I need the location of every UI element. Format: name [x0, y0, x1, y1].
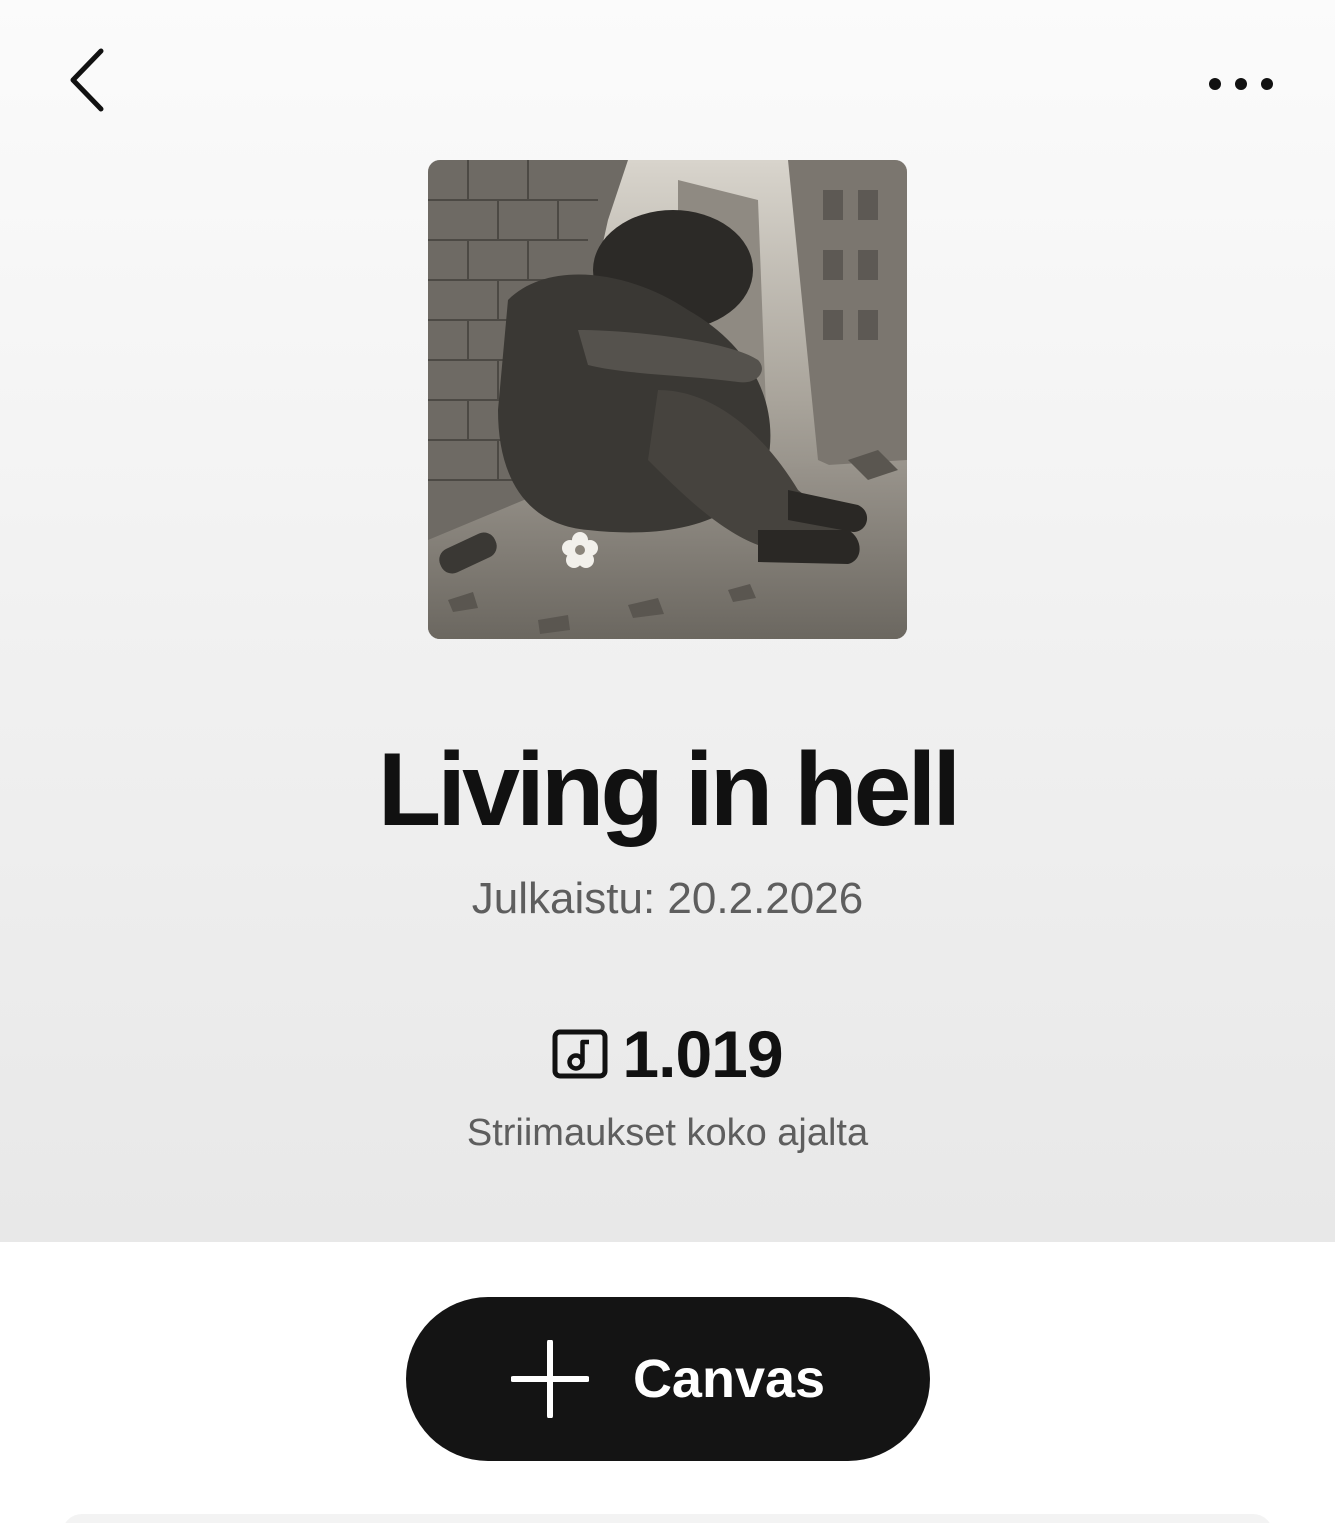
- cover-art: [428, 160, 907, 639]
- canvas-label: Canvas: [632, 1349, 826, 1409]
- streams-label: Striimaukset koko ajalta: [466, 1112, 869, 1154]
- track-header: Living in hell Julkaistu: 20.2.2026 1.01…: [0, 0, 1335, 1242]
- streams-count: 1.019: [622, 1017, 783, 1091]
- next-section-card: [62, 1514, 1273, 1523]
- more-options-button[interactable]: [1196, 56, 1286, 112]
- music-note-box-icon: [552, 1029, 608, 1079]
- more-horizontal-icon: [1209, 78, 1273, 90]
- chevron-left-icon: [70, 48, 104, 112]
- track-title: Living in hell: [377, 732, 962, 848]
- plus-icon: [510, 1340, 589, 1418]
- add-canvas-button[interactable]: Canvas: [406, 1297, 930, 1461]
- streams-stat: 1.019: [0, 1014, 1335, 1094]
- back-button[interactable]: [52, 40, 122, 120]
- cover-art-illustration: [428, 160, 907, 639]
- release-date: Julkaistu: 20.2.2026: [471, 874, 864, 923]
